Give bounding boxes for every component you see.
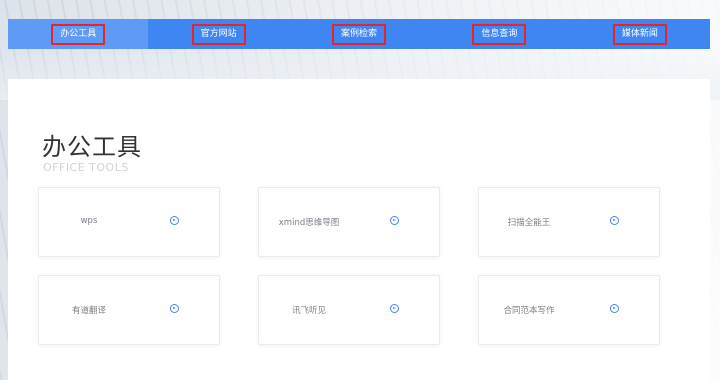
tool-card-name: 合同范本写作 [503, 306, 555, 316]
tool-card-name: 讯飞听见 [291, 306, 326, 316]
nav-item-media-news[interactable]: 媒体新闻 [570, 19, 710, 49]
tool-card-name: 有道翻译 [71, 306, 106, 316]
tool-card-name: 扫描全能王 [507, 218, 551, 228]
nav-item-official-website[interactable]: 官方网站 [148, 19, 288, 49]
arrow-circle-icon[interactable] [610, 304, 619, 313]
nav-item-label: 办公工具 [51, 23, 106, 45]
arrow-circle-icon[interactable] [170, 216, 179, 225]
tool-card-xmind[interactable]: xmind思维导图 [258, 187, 440, 257]
tool-card-grid: wps xmind思维导图 扫描全能王 有道翻译 讯飞听见 合同范本写作 [38, 187, 660, 345]
tool-card-contract-template[interactable]: 合同范本写作 [478, 275, 660, 345]
nav-item-info-query[interactable]: 信息查询 [429, 19, 569, 49]
nav-item-label: 案例检索 [332, 23, 387, 45]
top-nav: 办公工具 官方网站 案例检索 信息查询 媒体新闻 [8, 19, 710, 49]
page-subtitle: OFFICE TOOLS [43, 161, 129, 174]
tool-card-iflytek-tingjian[interactable]: 讯飞听见 [258, 275, 440, 345]
content-panel: 办公工具 OFFICE TOOLS wps xmind思维导图 扫描全能王 有道… [8, 79, 710, 380]
arrow-circle-icon[interactable] [610, 216, 619, 225]
nav-item-case-search[interactable]: 案例检索 [289, 19, 429, 49]
tool-card-youdao-translate[interactable]: 有道翻译 [38, 275, 220, 345]
arrow-circle-icon[interactable] [390, 304, 399, 313]
tool-card-camscanner[interactable]: 扫描全能王 [478, 187, 660, 257]
nav-item-label: 官方网站 [191, 23, 246, 45]
nav-item-label: 信息查询 [472, 23, 527, 45]
tool-card-name: xmind思维导图 [278, 218, 340, 228]
arrow-circle-icon[interactable] [170, 304, 179, 313]
tool-card-name: wps [80, 216, 98, 226]
tool-card-wps[interactable]: wps [38, 187, 220, 257]
nav-item-office-tools[interactable]: 办公工具 [8, 19, 149, 49]
page-title: 办公工具 [42, 133, 142, 161]
arrow-circle-icon[interactable] [390, 216, 399, 225]
nav-item-label: 媒体新闻 [612, 23, 667, 45]
